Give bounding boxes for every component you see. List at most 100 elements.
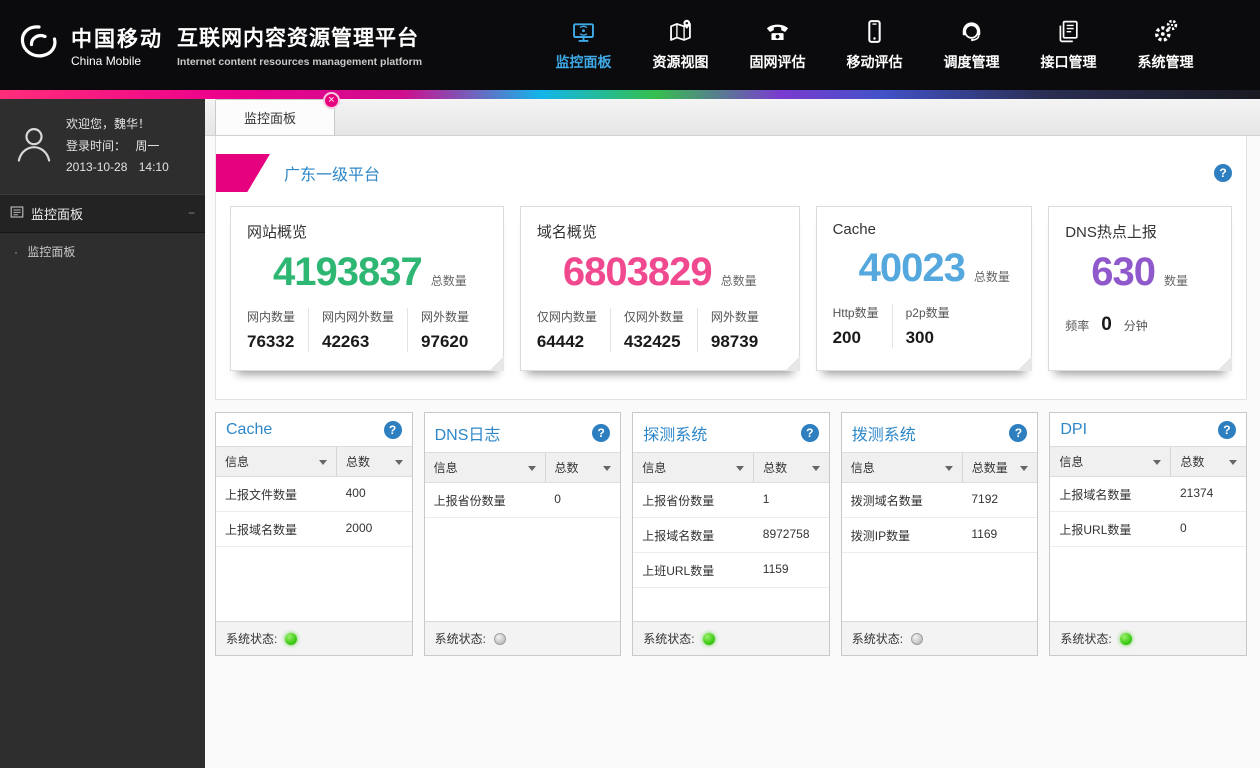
column-header-info[interactable]: 信息 (633, 453, 753, 482)
chevron-down-icon (528, 466, 536, 475)
table-row: 上报省份数量 1 (633, 483, 829, 518)
welcome-text: 欢迎您，魏华！ (66, 114, 169, 136)
stat-value: 64442 (537, 332, 597, 352)
documents-icon (1020, 18, 1117, 48)
row-label: 拨测域名数量 (842, 483, 963, 517)
chevron-down-icon (1153, 460, 1161, 469)
region-header: 广东一级平台 ? (216, 154, 1246, 192)
nav-item-dispatch-mgmt[interactable]: 调度管理 (923, 18, 1020, 72)
card-big-number: 4193837 (273, 250, 422, 295)
sidebar-section-label: 监控面板 (31, 204, 83, 223)
map-icon (632, 18, 729, 48)
status-dot (285, 633, 297, 645)
mobile-icon (826, 18, 923, 48)
row-value: 7192 (962, 483, 1037, 517)
row-label: 上报域名数量 (1050, 477, 1171, 511)
card-cache: Cache 40023 总数量 Http数量 200 p2p数量 (816, 206, 1033, 371)
column-header-info[interactable]: 信息 (1050, 447, 1170, 476)
panel-title: 探测系统 (643, 421, 707, 445)
row-label: 上班URL数量 (633, 553, 754, 587)
brand: 中国移动 China Mobile (16, 23, 163, 68)
column-label: 总数 (763, 459, 787, 476)
card-domain-overview: 域名概览 6803829 总数量 仅网内数量 64442 仅网外数量 (520, 206, 800, 371)
help-icon[interactable]: ? (384, 421, 402, 439)
column-header-info[interactable]: 信息 (425, 453, 545, 482)
stat-label: 网外数量 (711, 308, 759, 325)
column-header-total[interactable]: 总数 (1170, 447, 1246, 476)
column-header-info[interactable]: 信息 (842, 453, 962, 482)
help-icon[interactable]: ? (1009, 424, 1027, 442)
column-label: 总数 (346, 453, 370, 470)
table-row: 上报域名数量 21374 (1050, 477, 1246, 512)
status-dot (494, 633, 506, 645)
system-status: 系统状态: (1050, 621, 1246, 655)
panel-cache: Cache ? 信息 总数 上报文件数量 (215, 412, 413, 656)
card-stat: 网外数量 97620 (407, 308, 482, 352)
chevron-down-icon (736, 466, 744, 475)
phone-icon (729, 18, 826, 48)
nav-label: 资源视图 (632, 52, 729, 72)
headset-icon (923, 18, 1020, 48)
brand-name-en: China Mobile (71, 54, 163, 68)
sidebar-section-monitor-panel[interactable]: 监控面板 − (0, 194, 205, 233)
row-value: 2000 (337, 512, 412, 546)
status-dot (911, 633, 923, 645)
system-status: 系统状态: (216, 621, 412, 655)
nav-label: 移动评估 (826, 52, 923, 72)
system-status: 系统状态: (633, 621, 829, 655)
collapse-icon[interactable]: − (188, 206, 195, 220)
table-row: 上报文件数量 400 (216, 477, 412, 512)
platform-title-block: 互联网内容资源管理平台 Internet content resources m… (177, 22, 422, 68)
help-icon[interactable]: ? (592, 424, 610, 442)
region-panel: 广东一级平台 ? 网站概览 4193837 总数量 网内数量 76 (215, 136, 1247, 400)
column-header-total[interactable]: 总数 (336, 447, 412, 476)
panel-title: Cache (226, 421, 272, 439)
card-stat: 仅网外数量 432425 (610, 308, 697, 352)
column-header-info[interactable]: 信息 (216, 447, 336, 476)
row-value: 0 (545, 483, 620, 517)
column-label: 总数量 (972, 459, 1008, 476)
table-row: 上班URL数量 1159 (633, 553, 829, 588)
card-big-number: 40023 (859, 246, 965, 291)
row-label: 上报域名数量 (216, 512, 337, 546)
nav-item-monitor-panel[interactable]: 监控面板 (535, 18, 632, 72)
help-icon[interactable]: ? (1218, 421, 1236, 439)
column-header-total[interactable]: 总数 (545, 453, 621, 482)
nav-label: 系统管理 (1117, 52, 1214, 72)
summary-cards: 网站概览 4193837 总数量 网内数量 76332 网内网外数量 (216, 192, 1246, 399)
row-label: 上报域名数量 (633, 518, 754, 552)
platform-title: 互联网内容资源管理平台 (177, 22, 422, 52)
nav-item-system-mgmt[interactable]: 系统管理 (1117, 18, 1214, 72)
panel-title: DNS日志 (435, 421, 501, 445)
card-stat: p2p数量 300 (892, 304, 963, 348)
nav-item-resource-view[interactable]: 资源视图 (632, 18, 729, 72)
card-big-number: 6803829 (563, 250, 712, 295)
nav-label: 固网评估 (729, 52, 826, 72)
stat-label: Http数量 (833, 304, 879, 321)
nav-item-fixed-network-eval[interactable]: 固网评估 (729, 18, 826, 72)
help-icon[interactable]: ? (1214, 164, 1232, 182)
help-icon[interactable]: ? (801, 424, 819, 442)
card-stat: 网外数量 98739 (697, 308, 772, 352)
region-ribbon (216, 154, 270, 192)
card-big-label: 总数量 (721, 272, 757, 289)
panel-dpi: DPI ? 信息 总数 上报域名数量 (1049, 412, 1247, 656)
card-big-label: 总数量 (431, 272, 467, 289)
nav-item-interface-mgmt[interactable]: 接口管理 (1020, 18, 1117, 72)
stat-value: 76332 (247, 332, 295, 352)
tab-monitor-panel[interactable]: 监控面板 × (215, 99, 335, 135)
sidebar-item-monitor-panel[interactable]: 监控面板 (0, 233, 205, 270)
chevron-down-icon (945, 466, 953, 475)
stat-label: 仅网内数量 (537, 308, 597, 325)
tab-label: 监控面板 (244, 111, 296, 126)
chevron-down-icon (1020, 466, 1028, 475)
column-header-total[interactable]: 总数量 (962, 453, 1038, 482)
row-value: 8972758 (754, 518, 829, 552)
close-icon[interactable]: × (323, 92, 340, 109)
tab-bar: 监控面板 × (205, 99, 1260, 136)
row-value: 1169 (962, 518, 1037, 552)
nav-item-mobile-eval[interactable]: 移动评估 (826, 18, 923, 72)
chevron-down-icon (395, 460, 403, 469)
column-header-total[interactable]: 总数 (753, 453, 829, 482)
stat-value: 432425 (624, 332, 684, 352)
